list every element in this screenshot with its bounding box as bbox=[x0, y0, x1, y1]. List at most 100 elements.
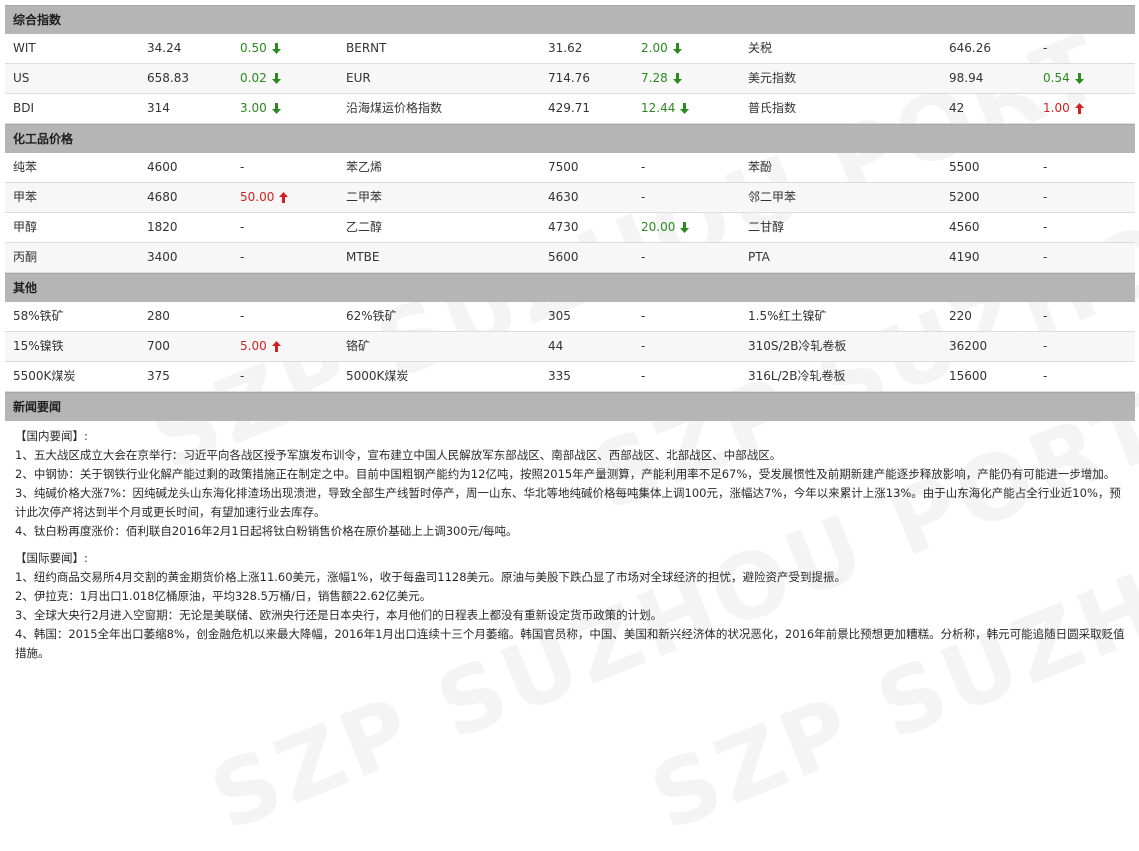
item-price: 34.24 bbox=[147, 41, 182, 55]
change-value: - bbox=[641, 160, 646, 174]
item-name: 邻二甲苯 bbox=[748, 190, 797, 204]
table-row: 甲醇 1820 - 乙二醇 4730 20.00 二甘醇 4560 - bbox=[5, 213, 1135, 243]
item-change: 5.00 bbox=[240, 332, 281, 361]
item-name: 甲苯 bbox=[13, 190, 38, 204]
item-price: 15600 bbox=[949, 369, 988, 383]
item-change: - bbox=[1043, 362, 1047, 391]
item-change: 0.02 bbox=[240, 64, 281, 93]
item-change: - bbox=[641, 362, 645, 391]
change-value: 50.00 bbox=[240, 190, 275, 204]
arrow-down-icon bbox=[1074, 73, 1084, 84]
news-item: 4、韩国：2015全年出口萎缩8%，创金融危机以来最大降幅，2016年1月出口连… bbox=[15, 627, 1125, 660]
item-price: 4730 bbox=[548, 220, 579, 234]
change-value: - bbox=[240, 220, 245, 234]
table-row: 58%铁矿 280 - 62%铁矿 305 - 1.5%红土镍矿 220 - bbox=[5, 302, 1135, 332]
item-change: - bbox=[1043, 153, 1047, 182]
change-value: - bbox=[1043, 250, 1048, 264]
arrow-down-icon bbox=[271, 73, 281, 84]
change-value: - bbox=[240, 160, 245, 174]
arrow-down-icon bbox=[271, 103, 281, 114]
item-name: 铬矿 bbox=[346, 339, 371, 353]
change-value: - bbox=[641, 309, 646, 323]
section-header-other: 其他 bbox=[5, 273, 1135, 302]
item-name: 苯酚 bbox=[748, 160, 773, 174]
item-price: 5600 bbox=[548, 250, 579, 264]
change-value: - bbox=[240, 250, 245, 264]
item-name: 沿海煤运价格指数 bbox=[346, 101, 443, 115]
item-change: - bbox=[240, 243, 244, 272]
table-row: WIT 34.24 0.50 BERNT 31.62 2.00 关税 646.26 - bbox=[5, 34, 1135, 64]
item-name: 普氏指数 bbox=[748, 101, 797, 115]
item-name: 15%镍铁 bbox=[13, 339, 64, 353]
news-item: 2、中钢协：关于钢铁行业化解产能过剩的政策措施正在制定之中。目前中国粗钢产能约为… bbox=[15, 467, 1116, 481]
item-price: 314 bbox=[147, 101, 170, 115]
change-value: - bbox=[641, 190, 646, 204]
item-price: 4190 bbox=[949, 250, 980, 264]
arrow-down-icon bbox=[680, 222, 690, 233]
item-price: 4600 bbox=[147, 160, 178, 174]
change-value: 20.00 bbox=[641, 220, 676, 234]
item-name: 苯乙烯 bbox=[346, 160, 383, 174]
item-change: - bbox=[240, 153, 244, 182]
item-name: 美元指数 bbox=[748, 71, 797, 85]
change-value: - bbox=[641, 369, 646, 383]
item-price: 646.26 bbox=[949, 41, 991, 55]
item-change: - bbox=[240, 362, 244, 391]
section-header-news: 新闻要闻 bbox=[5, 392, 1135, 421]
item-price: 305 bbox=[548, 309, 571, 323]
item-price: 98.94 bbox=[949, 71, 984, 85]
item-name: BERNT bbox=[346, 41, 387, 55]
news-item: 1、五大战区成立大会在京举行：习近平向各战区授予军旗发布训令，宣布建立中国人民解… bbox=[15, 448, 782, 462]
item-change: 0.54 bbox=[1043, 64, 1084, 93]
table-row: BDI 314 3.00 沿海煤运价格指数 429.71 12.44 普氏指数 42 1.00 bbox=[5, 94, 1135, 124]
item-name: 丙酮 bbox=[13, 250, 38, 264]
news-body: 【国内要闻】: 1、五大战区成立大会在京举行：习近平向各战区授予军旗发布训令，宣… bbox=[5, 421, 1135, 663]
item-price: 3400 bbox=[147, 250, 178, 264]
change-value: 3.00 bbox=[240, 101, 267, 115]
item-name: 乙二醇 bbox=[346, 220, 383, 234]
item-change: - bbox=[240, 302, 244, 331]
arrow-down-icon bbox=[672, 43, 682, 54]
item-change: 3.00 bbox=[240, 94, 281, 123]
table-row: 纯苯 4600 - 苯乙烯 7500 - 苯酚 5500 - bbox=[5, 153, 1135, 183]
item-price: 44 bbox=[548, 339, 564, 353]
item-price: 7500 bbox=[548, 160, 579, 174]
item-price: 280 bbox=[147, 309, 170, 323]
arrow-down-icon bbox=[271, 43, 281, 54]
news-item: 3、全球大央行2月进入空窗期：无论是美联储、欧洲央行还是日本央行，本月他们的日程… bbox=[15, 608, 663, 622]
news-item: 3、纯碱价格大涨7%：因纯碱龙头山东海化排渣场出现溃泄，导致全部生产线暂时停产，… bbox=[15, 486, 1121, 519]
item-price: 700 bbox=[147, 339, 170, 353]
change-value: - bbox=[240, 369, 245, 383]
item-price: 5500 bbox=[949, 160, 980, 174]
arrow-up-icon bbox=[271, 341, 281, 352]
change-value: 0.50 bbox=[240, 41, 267, 55]
item-name: EUR bbox=[346, 71, 371, 85]
item-name: WIT bbox=[13, 41, 36, 55]
item-name: 纯苯 bbox=[13, 160, 38, 174]
item-name: 62%铁矿 bbox=[346, 309, 397, 323]
item-price: 5200 bbox=[949, 190, 980, 204]
item-name: 关税 bbox=[748, 41, 773, 55]
change-value: 1.00 bbox=[1043, 101, 1070, 115]
item-change: - bbox=[1043, 34, 1047, 63]
change-value: - bbox=[1043, 41, 1048, 55]
item-name: 310S/2B冷轧卷板 bbox=[748, 339, 847, 353]
item-change: 50.00 bbox=[240, 183, 289, 212]
news-item: 4、钛白粉再度涨价：佰利联自2016年2月1日起将钛白粉销售价格在原价基础上上调… bbox=[15, 524, 518, 538]
table-row: 丙酮 3400 - MTBE 5600 - PTA 4190 - bbox=[5, 243, 1135, 273]
item-change: - bbox=[240, 213, 244, 242]
item-change: - bbox=[1043, 243, 1047, 272]
change-value: 12.44 bbox=[641, 101, 676, 115]
item-name: MTBE bbox=[346, 250, 380, 264]
section-header-chem: 化工品价格 bbox=[5, 124, 1135, 153]
item-change: 20.00 bbox=[641, 213, 690, 242]
item-price: 31.62 bbox=[548, 41, 583, 55]
item-change: - bbox=[1043, 332, 1047, 361]
item-change: 12.44 bbox=[641, 94, 690, 123]
news-item: 2、伊拉克：1月出口1.018亿桶原油，平均328.5万桶/日，销售额22.62… bbox=[15, 589, 432, 603]
item-name: BDI bbox=[13, 101, 35, 115]
item-name: 5000K煤炭 bbox=[346, 369, 409, 383]
change-value: - bbox=[1043, 369, 1048, 383]
news-intl-title: 【国际要闻】: bbox=[15, 551, 88, 565]
item-change: 1.00 bbox=[1043, 94, 1084, 123]
